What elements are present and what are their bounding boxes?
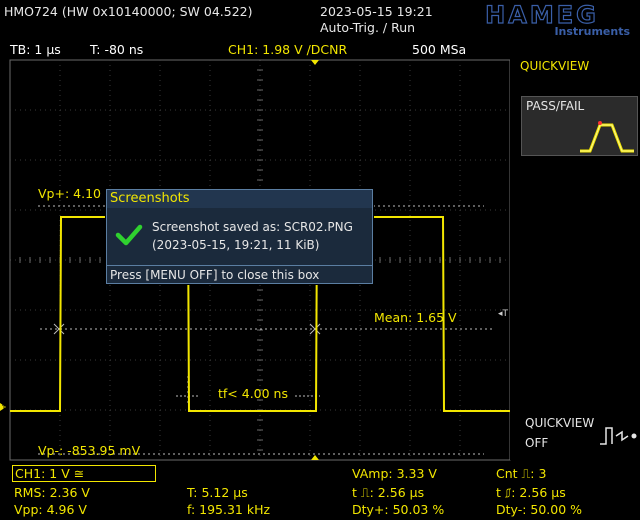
- brand-sub: Instruments: [554, 25, 630, 38]
- dialog-message-line2: (2023-05-15, 19:21, 11 KiB): [152, 238, 320, 252]
- hameg-logo: HAMEG Instruments: [485, 2, 631, 38]
- period-value: T: 5.12 µs: [187, 485, 248, 500]
- sample-rate: 500 MSa: [412, 42, 467, 57]
- t-marker: ◂T: [498, 309, 509, 319]
- pulse-width-negative: t ⎎: 2.56 µs: [496, 485, 566, 500]
- pass-fail-label: PASS/FAIL: [526, 99, 585, 113]
- ch1-ground-label: 1: [1, 404, 7, 414]
- pass-fail-icon: [580, 121, 634, 153]
- fall-time-label: tf< 4.00 ns: [218, 386, 288, 401]
- model-info: HMO724 (HW 0x10140000; SW 04.522): [4, 4, 253, 19]
- vpp-value: Vpp: 4.96 V: [14, 502, 87, 517]
- trigger-top-marker: [311, 60, 319, 65]
- channel-setting[interactable]: CH1: 1.98 V /DCNR: [228, 42, 347, 57]
- trigger-state: Auto-Trig. / Run: [320, 20, 416, 35]
- timebase[interactable]: TB: 1 µs: [10, 42, 61, 57]
- title-bar: HMO724 (HW 0x10140000; SW 04.522) 2023-0…: [0, 0, 640, 40]
- vp-minus-label: Vp-: -853.95 mV: [38, 443, 141, 458]
- rms-value: RMS: 2.36 V: [14, 485, 90, 500]
- dialog-footer: Press [MENU OFF] to close this box: [107, 265, 372, 283]
- trigger-bottom-marker: [311, 455, 319, 460]
- duty-positive: Dty+: 50.03 %: [352, 502, 445, 517]
- trigger-position[interactable]: T: -80 ns: [90, 42, 143, 57]
- quickview-title: QUICKVIEW: [520, 59, 590, 73]
- pass-fail-button[interactable]: PASS/FAIL: [521, 96, 638, 156]
- quickview-off-label[interactable]: QUICKVIEW: [525, 416, 594, 430]
- count-rising: Cnt ⎍: 3: [496, 466, 547, 481]
- quickview-off-state[interactable]: OFF: [525, 436, 548, 450]
- mean-label: Mean: 1.65 V: [374, 310, 457, 325]
- checkmark-icon: [115, 224, 143, 246]
- dialog-message-line1: Screenshot saved as: SCR02.PNG: [152, 220, 353, 234]
- duty-negative: Dty-: 50.00 %: [496, 502, 583, 517]
- frequency-value: f: 195.31 kHz: [187, 502, 271, 517]
- vamp-value: VAmp: 3.33 V: [352, 466, 437, 481]
- dialog-title: Screenshots: [107, 190, 372, 208]
- quickview-pulse-icon: [600, 427, 637, 445]
- pulse-width-positive: t ⎍: 2.56 µs: [352, 485, 425, 500]
- ch1-scale-box[interactable]: CH1: 1 V ≅: [12, 465, 156, 482]
- screenshot-dialog[interactable]: Screenshots Screenshot saved as: SCR02.P…: [106, 189, 373, 284]
- datetime: 2023-05-15 19:21: [320, 4, 433, 19]
- vp-plus-label: Vp+: 4.10: [38, 186, 101, 201]
